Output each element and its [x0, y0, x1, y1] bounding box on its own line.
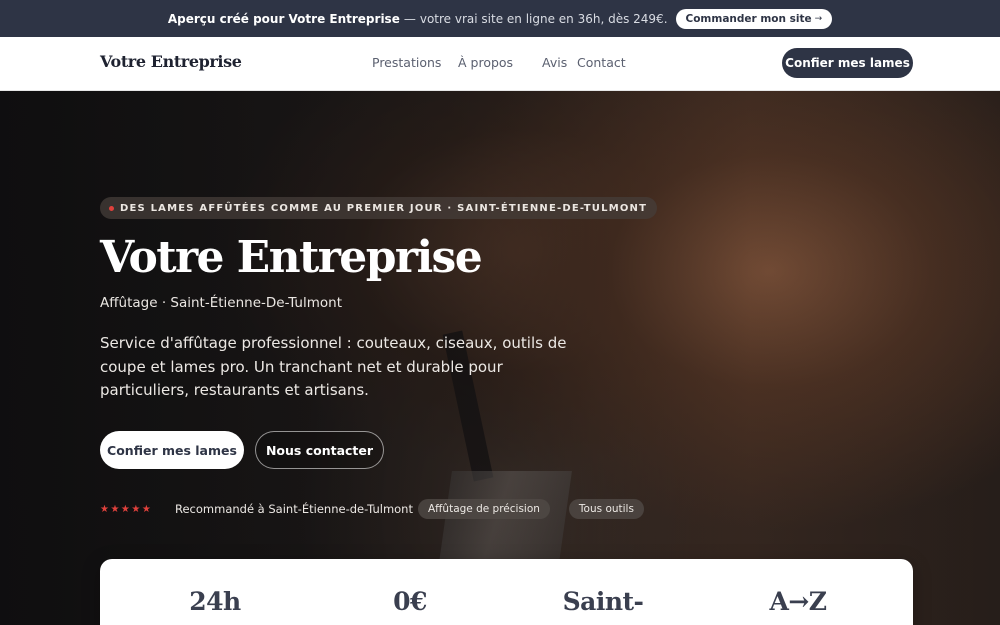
stat-value: 24h — [189, 587, 241, 616]
nav-item-a-propos[interactable]: À propos — [458, 55, 542, 70]
promo-separator: — — [403, 11, 416, 26]
chip-tous-outils: Tous outils — [568, 499, 644, 519]
nav-menu: Prestations À propos Avis Contact — [372, 55, 627, 70]
red-dot-icon — [109, 205, 114, 211]
hero-description: Service d'affûtage professionnel : coute… — [100, 334, 567, 399]
brand-logo[interactable]: Votre Entreprise — [100, 52, 242, 71]
hero-eyebrow-text: DES LAMES AFFÛTÉES COMME AU PREMIER JOUR… — [120, 202, 648, 214]
nav-item-prestations[interactable]: Prestations — [372, 55, 458, 70]
stat-value: 0€ — [393, 587, 427, 616]
hero-subtitle: Affûtage · Saint-Étienne-De-Tulmont — [100, 295, 342, 311]
nav-cta-button[interactable]: Confier mes lames — [782, 48, 913, 78]
arrow-right-icon: → — [814, 13, 823, 24]
hero-eyebrow-badge: DES LAMES AFFÛTÉES COMME AU PREMIER JOUR… — [100, 197, 658, 219]
chip-affutage-precision: Affûtage de précision — [418, 499, 550, 519]
stat-value: Saint- — [562, 587, 644, 616]
stats-card: 24h 0€ Saint- A→Z — [100, 559, 913, 625]
star-rating-icon: ★★★★★ — [100, 503, 153, 515]
order-site-button[interactable]: Commander mon site → — [675, 8, 833, 29]
nav-item-contact[interactable]: Contact — [577, 55, 627, 70]
nav-item-avis[interactable]: Avis — [542, 55, 577, 70]
order-site-label: Commander mon site — [685, 12, 812, 25]
confier-lames-button[interactable]: Confier mes lames — [100, 431, 244, 469]
promo-text: votre vrai site en ligne en 36h, dès 249… — [419, 11, 668, 26]
promo-banner: Aperçu créé pour Votre Entreprise — votr… — [0, 0, 1000, 37]
social-proof-row: ★★★★★ Recommandé à Saint-Étienne-de-Tulm… — [100, 498, 644, 520]
main-nav: Votre Entreprise Prestations À propos Av… — [0, 37, 1000, 91]
contact-button[interactable]: Nous contacter — [255, 431, 384, 469]
recommendation-text: Recommandé à Saint-Étienne-de-Tulmont — [175, 502, 413, 516]
hero-title: Votre Entreprise — [100, 232, 483, 283]
stat-value: A→Z — [769, 587, 827, 616]
promo-bold-text: Aperçu créé pour Votre Entreprise — [167, 11, 400, 26]
